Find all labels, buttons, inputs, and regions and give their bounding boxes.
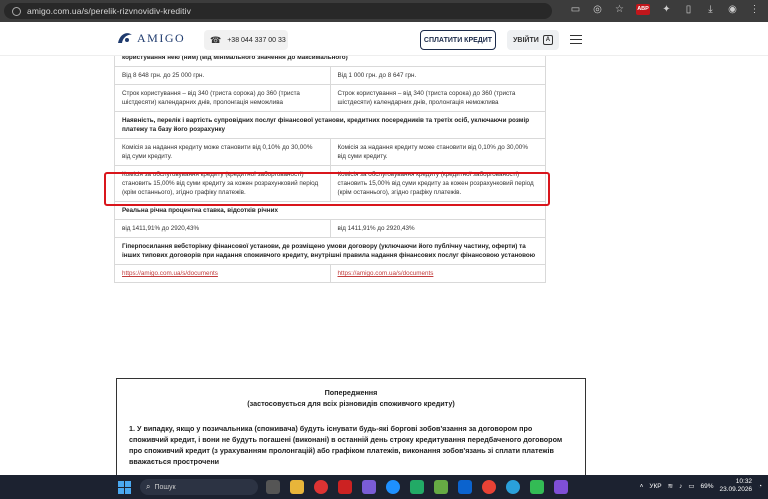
table-cell-left: Комісія за надання кредиту може становит… [114,138,331,166]
browser-actions: ▭ ◎ ☆ ABP ✦ ▯ ⤓ ◉ ⋮ [570,4,760,15]
sidebar-icon[interactable]: ▯ [683,4,694,15]
chevron-up-icon[interactable]: ˄ [640,483,644,490]
wifi-icon[interactable]: ≋ [668,482,673,490]
table-row: https://amigo.com.ua/s/documents https://… [114,264,546,283]
edge-icon[interactable] [386,480,400,494]
section-heading-cell: користування нею (ним) (від мінімального… [114,56,546,67]
phone-button[interactable]: ☎ +38 044 337 00 33 [204,30,288,50]
browser-toolbar: amigo.com.ua/s/perelik-rizvnovidiv-kredi… [0,0,768,22]
opera-icon[interactable] [314,480,328,494]
logo-text: AMIGO [137,30,186,45]
page-content: користування нею (ним) (від мінімального… [0,56,768,475]
table-row: від 1411,91% до 2920,43% від 1411,91% до … [114,219,546,238]
address-bar[interactable]: amigo.com.ua/s/perelik-rizvnovidiv-kredi… [4,3,552,19]
search-icon: ⌕ [146,482,151,491]
table-row: Комісія за надання кредиту може становит… [114,138,546,166]
clock[interactable]: 10:32 23.09.2026 [720,478,753,494]
section-heading-cell: Гіперпосилання вебсторінку фінансової ус… [114,237,546,265]
table-row: Від 8 648 грн. до 25 000 грн. Від 1 000 г… [114,66,546,85]
table-cell-right: Строк користування – від 340 (триста сор… [329,84,546,112]
amigo-logo[interactable]: AMIGO [116,29,185,47]
hamburger-menu-icon[interactable] [570,35,582,44]
login-label: УВІЙТИ [513,36,539,44]
credit-terms-table: користування нею (ним) (від мінімального… [114,56,546,283]
volume-icon[interactable]: ♪ [679,483,682,490]
clock-time: 10:32 [735,478,753,485]
viber-icon[interactable] [554,480,568,494]
documents-link[interactable]: https://amigo.com.ua/s/documents [338,270,434,277]
adblock-extension-icon[interactable]: ABP [636,4,650,15]
more-menu-icon[interactable]: ⋮ [749,4,760,15]
warning-subtitle: (застосовується для всіх різновидів спож… [247,399,455,408]
table-cell-left: Строк користування – від 340 (триста сор… [114,84,331,112]
phone-number: +38 044 337 00 33 [227,36,286,44]
bookmark-star-icon[interactable]: ☆ [614,4,625,15]
task-view-icon[interactable] [266,480,280,494]
download-icon[interactable]: ⤓ [705,4,716,15]
documents-link[interactable]: https://amigo.com.ua/s/documents [122,270,218,277]
table-cell-right: від 1411,91% до 2920,43% [329,219,546,238]
table-row: Наявність, перелік і вартість супровідни… [114,111,546,139]
warning-title: Попередження [324,388,378,397]
profile-icon[interactable]: ◉ [727,4,738,15]
table-cell-left: Від 8 648 грн. до 25 000 грн. [114,66,331,85]
clock-date: 23.09.2026 [719,486,753,493]
search-placeholder: Пошук [154,483,176,491]
table-row: Гіперпосилання вебсторінку фінансової ус… [114,237,546,265]
amigo-logo-icon [118,33,132,43]
eye-off-icon[interactable]: ◎ [592,4,603,15]
pay-credit-button[interactable]: СПЛАТИТИ КРЕДИТ [420,30,496,50]
screen-cast-icon[interactable]: ▭ [570,4,581,15]
table-row: користування нею (ним) (від мінімального… [114,56,546,67]
taskbar-search[interactable]: ⌕ Пошук [140,479,258,495]
site-header: AMIGO ☎ +38 044 337 00 33 СПЛАТИТИ КРЕДИ… [0,22,768,56]
app-b-icon[interactable] [530,480,544,494]
table-row: Строк користування – від 340 (триста сор… [114,84,546,112]
windows-start-icon[interactable] [118,481,131,494]
windows-taskbar: ⌕ Пошук ˄ УКР ≋ ♪ ▭ 69% 10:32 23.09.2026… [0,475,768,499]
commission-highlight-box [104,172,550,206]
table-cell-right: Від 1 000 грн. до 8 647 грн. [329,66,546,85]
app-l-icon[interactable] [338,480,352,494]
login-button[interactable]: УВІЙТИ A [507,30,559,50]
language-indicator[interactable]: УКР [649,483,661,490]
battery-level: 69% [700,482,714,490]
table-cell-left: від 1411,91% до 2920,43% [114,219,331,238]
extensions-icon[interactable]: ✦ [661,4,672,15]
notifications-icon[interactable]: ◔ [758,483,762,490]
dropbox-icon[interactable] [458,480,472,494]
warning-box: Попередження (застосовується для всіх рі… [116,378,586,475]
system-tray: ˄ УКР ≋ ♪ ▭ 69% 10:32 23.09.2026 ◔ [640,478,762,494]
app-green-icon[interactable] [410,480,424,494]
battery-icon[interactable]: ▭ [688,482,694,490]
phone-icon: ☎ [210,34,222,45]
telegram-icon[interactable] [506,480,520,494]
section-heading-cell: Наявність, перелік і вартість супровідни… [114,111,546,139]
app-purple-icon[interactable] [362,480,376,494]
table-cell-right: Комісія за надання кредиту може становит… [329,138,546,166]
link-cell-right: https://amigo.com.ua/s/documents [329,264,546,283]
site-info-icon[interactable] [12,6,21,16]
app-store-icon[interactable] [434,480,448,494]
link-cell-left: https://amigo.com.ua/s/documents [114,264,331,283]
chrome-icon[interactable] [482,480,496,494]
warning-text: 1. У випадку, якщо у позичальника (спожи… [129,424,563,466]
url-text: amigo.com.ua/s/perelik-rizvnovidiv-kredi… [27,6,191,16]
file-explorer-icon[interactable] [290,480,304,494]
user-icon: A [542,35,553,45]
